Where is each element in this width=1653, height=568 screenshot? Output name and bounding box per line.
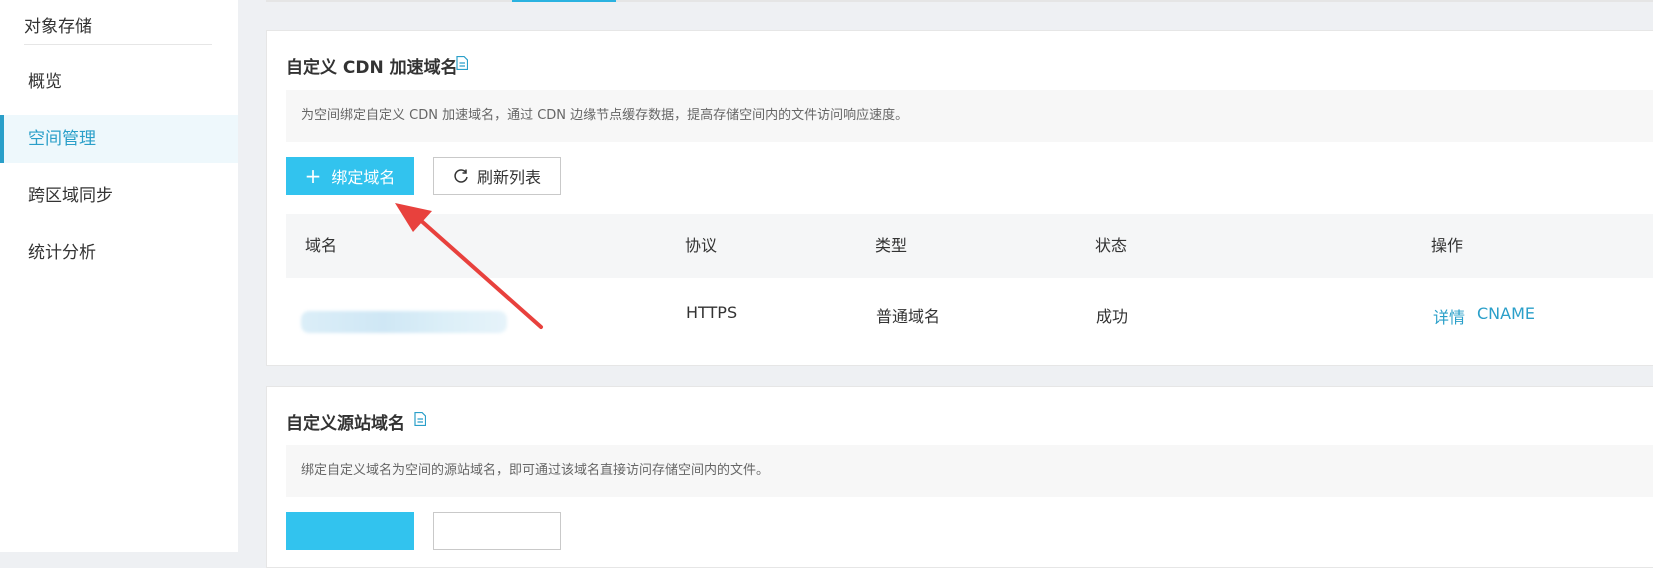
- arrow-annotation: [395, 203, 543, 329]
